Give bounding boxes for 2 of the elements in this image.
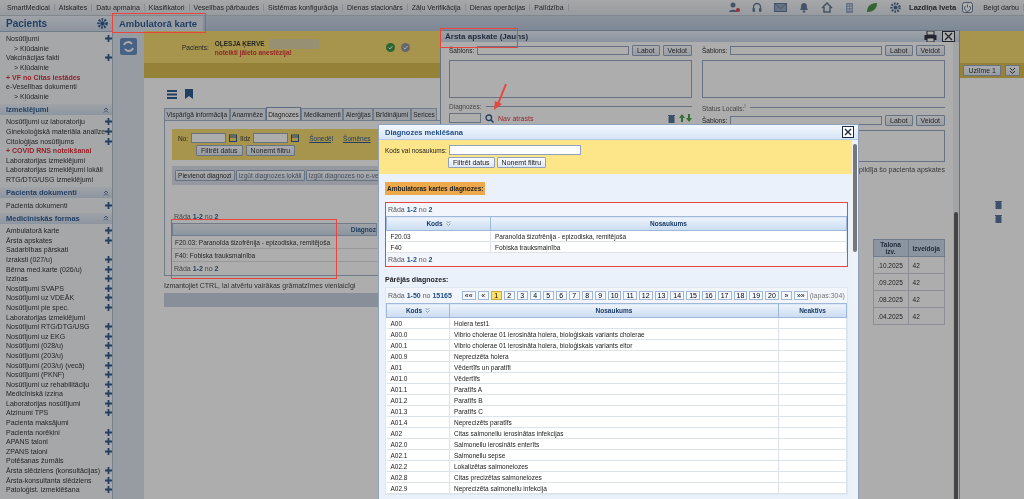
page-title-tab[interactable]: Ambulatorā karte [113,16,204,31]
sidebar-title: Pacients [6,18,48,29]
